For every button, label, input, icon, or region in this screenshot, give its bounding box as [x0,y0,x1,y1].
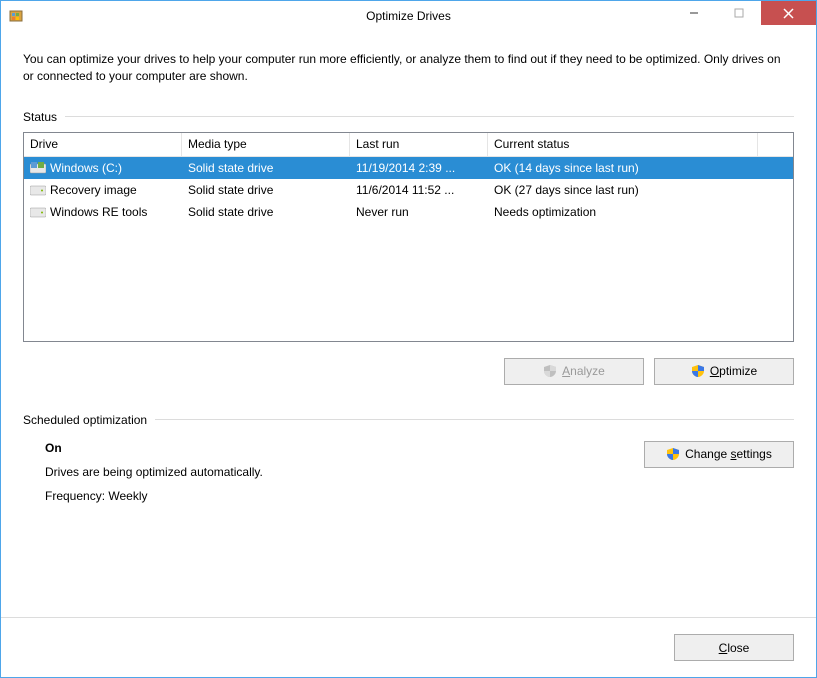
change-settings-label: Change settings [685,447,772,461]
status-section-header: Status [23,110,794,124]
analyze-label: Analyze [562,364,605,378]
cell-last-run: Never run [350,205,488,219]
drive-name: Windows RE tools [50,205,147,219]
col-status[interactable]: Current status [488,133,758,156]
app-icon [9,8,25,24]
optimize-label: Optimize [710,364,757,378]
change-settings-button[interactable]: Change settings [644,441,794,468]
close-window-button[interactable] [761,1,816,25]
drive-name: Recovery image [50,183,137,197]
cell-media: Solid state drive [182,205,350,219]
separator-line [155,419,794,420]
close-label: Close [719,641,750,655]
shield-icon [543,364,557,378]
table-row[interactable]: Recovery image Solid state drive11/6/2014… [24,179,793,201]
separator-line [65,116,794,117]
col-last-run[interactable]: Last run [350,133,488,156]
table-header: Drive Media type Last run Current status [24,133,793,157]
drives-table: Drive Media type Last run Current status… [23,132,794,342]
scheduled-desc: Drives are being optimized automatically… [45,465,263,479]
action-buttons: Analyze Optimize [23,358,794,385]
cell-drive: Windows RE tools [24,205,182,219]
maximize-button[interactable] [716,1,761,25]
drive-icon [30,206,46,218]
window-controls [671,1,816,25]
table-row[interactable]: Windows (C:) Solid state drive11/19/2014 … [24,157,793,179]
analyze-button[interactable]: Analyze [504,358,644,385]
drive-name: Windows (C:) [50,161,122,175]
scheduled-text: On Drives are being optimized automatica… [45,441,263,513]
drive-icon [30,162,46,174]
scheduled-section: Scheduled optimization On Drives are bei… [23,413,794,513]
cell-last-run: 11/6/2014 11:52 ... [350,183,488,197]
cell-status: OK (14 days since last run) [488,161,758,175]
optimize-button[interactable]: Optimize [654,358,794,385]
col-drive[interactable]: Drive [24,133,182,156]
scheduled-state: On [45,441,263,455]
cell-drive: Recovery image [24,183,182,197]
cell-drive: Windows (C:) [24,161,182,175]
scheduled-body: On Drives are being optimized automatica… [23,431,794,513]
intro-text: You can optimize your drives to help you… [23,51,794,86]
table-body: Windows (C:)Solid state drive11/19/2014 … [24,157,793,223]
shield-icon [666,447,680,461]
scheduled-frequency: Frequency: Weekly [45,489,263,503]
cell-status: OK (27 days since last run) [488,183,758,197]
scheduled-label: Scheduled optimization [23,413,147,427]
scheduled-section-header: Scheduled optimization [23,413,794,427]
cell-last-run: 11/19/2014 2:39 ... [350,161,488,175]
cell-media: Solid state drive [182,161,350,175]
col-media[interactable]: Media type [182,133,350,156]
close-button[interactable]: Close [674,634,794,661]
cell-status: Needs optimization [488,205,758,219]
bottom-bar: Close [1,617,816,677]
titlebar: Optimize Drives [1,1,816,31]
cell-media: Solid state drive [182,183,350,197]
minimize-button[interactable] [671,1,716,25]
table-row[interactable]: Windows RE tools Solid state driveNever r… [24,201,793,223]
content-area: You can optimize your drives to help you… [1,31,816,533]
status-label: Status [23,110,57,124]
optimize-drives-window: Optimize Drives You can optimize your dr… [0,0,817,678]
shield-icon [691,364,705,378]
drive-icon [30,184,46,196]
